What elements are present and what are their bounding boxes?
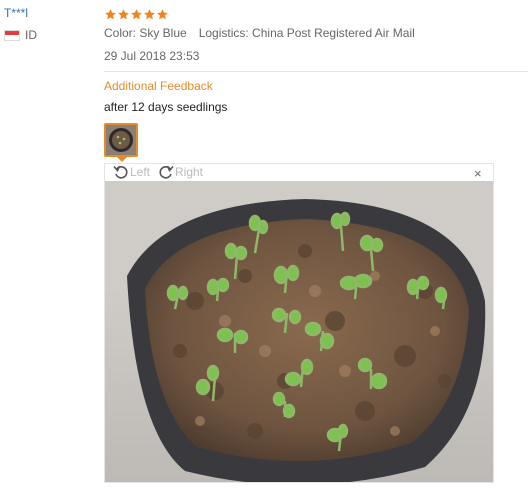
rating-stars [104, 8, 169, 21]
color-attribute: Color: Sky Blue [104, 26, 187, 40]
rotate-right-icon [159, 165, 174, 179]
order-attributes: Color: Sky Blue Logistics: China Post Reg… [104, 26, 415, 40]
country-code: ID [25, 28, 37, 42]
logistics-attribute: Logistics: China Post Registered Air Mai… [198, 26, 415, 40]
reviewer-country: ID [4, 28, 37, 42]
star-icon [118, 9, 129, 20]
rotate-right-button[interactable]: Right [158, 164, 203, 180]
star-icon [131, 9, 142, 20]
star-icon [157, 9, 168, 20]
thumbnail-pointer [117, 157, 127, 162]
photo-thumbnail[interactable] [104, 123, 138, 157]
rotate-left-button[interactable]: Left [113, 164, 150, 180]
review-photo [105, 181, 493, 482]
rotate-left-label: Left [130, 165, 151, 179]
review-date: 29 Jul 2018 23:53 [104, 49, 200, 63]
feedback-text: after 12 days seedlings [104, 100, 228, 114]
star-icon [144, 9, 155, 20]
rotate-left-icon [113, 165, 128, 179]
rotate-right-label: Right [175, 165, 204, 179]
reviewer-name: T***l [4, 6, 29, 20]
id-flag-icon [4, 29, 20, 41]
additional-feedback-label: Additional Feedback [104, 79, 213, 93]
divider [104, 71, 528, 72]
star-icon [105, 9, 116, 20]
close-icon[interactable]: × [474, 166, 482, 181]
